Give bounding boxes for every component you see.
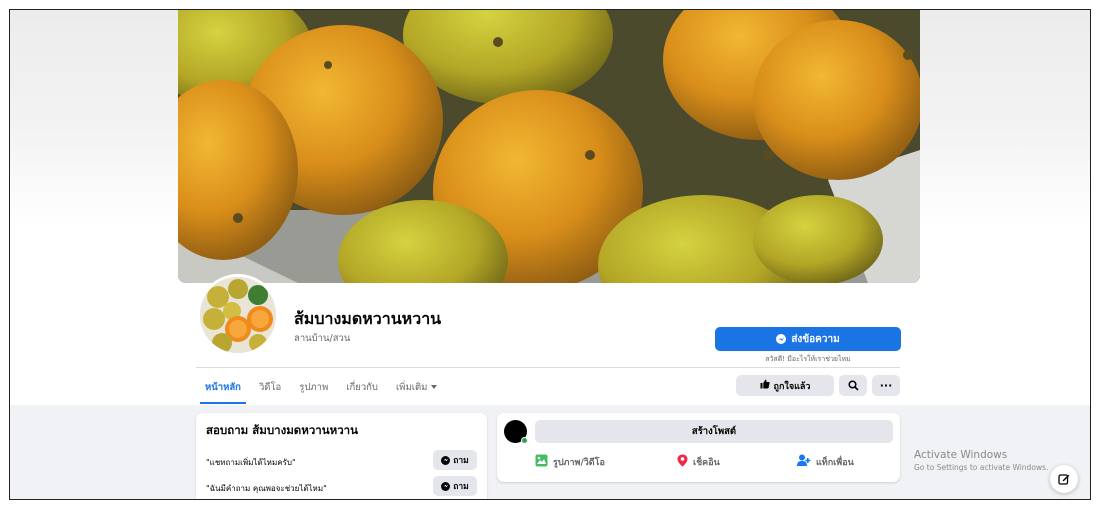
compose-icon <box>1058 470 1070 489</box>
chevron-down-icon <box>431 385 438 389</box>
messenger-icon <box>776 334 787 344</box>
page-category[interactable]: ลานบ้าน/สวน <box>294 331 350 346</box>
cover-photo[interactable] <box>178 10 920 283</box>
photo-video-label: รูปภาพ/วิดีโอ <box>553 458 605 468</box>
tab-more[interactable]: เพิ่มเติม <box>387 370 446 404</box>
create-post-button[interactable]: สร้างโพสต์ <box>535 420 893 443</box>
messenger-icon <box>441 455 451 465</box>
thumbs-up-icon <box>760 379 770 392</box>
tag-friends-label: แท็กเพื่อน <box>816 458 854 468</box>
create-post-card: สร้างโพสต์ รูปภาพ/วิดีโอ เช็คอิน แท็กเพื… <box>497 413 900 482</box>
browser-viewport: ส้มบางมดหวานหวาน ลานบ้าน/สวน ส่งข้อความ … <box>9 9 1091 500</box>
tab-label: เกี่ยวกับ <box>346 381 378 393</box>
watermark-subtitle: Go to Settings to activate Windows. <box>914 463 1049 472</box>
suggested-question: "แชทถามเพิ่มได้ไหมครับ" <box>206 458 296 467</box>
location-pin-icon <box>677 454 688 470</box>
tab-label: รูปภาพ <box>299 381 329 393</box>
ask-button-label: ถาม <box>453 456 469 466</box>
photo-icon <box>535 454 548 470</box>
search-icon <box>847 376 859 395</box>
tab-home[interactable]: หน้าหลัก <box>196 370 250 404</box>
tab-label: เพิ่มเติม <box>395 381 428 393</box>
watermark-title: Activate Windows <box>914 449 1008 461</box>
ask-button[interactable]: ถาม <box>433 450 477 470</box>
liked-button[interactable]: ถูกใจแล้ว <box>736 375 834 396</box>
tab-label: หน้าหลัก <box>205 381 241 393</box>
search-button[interactable] <box>839 375 867 396</box>
messenger-icon <box>441 481 451 491</box>
new-message-button[interactable] <box>1050 465 1078 493</box>
header-divider <box>196 367 900 368</box>
activate-windows-watermark: Activate Windows Go to Settings to activ… <box>914 449 1048 472</box>
tag-people-icon <box>797 454 811 470</box>
ask-button-label: ถาม <box>453 482 469 492</box>
check-in-button[interactable]: เช็คอิน <box>677 453 720 471</box>
send-message-label: ส่งข้อความ <box>791 333 840 345</box>
online-status-dot <box>521 437 528 444</box>
tab-about[interactable]: เกี่ยวกับ <box>337 370 387 404</box>
suggested-question: "ฉันมีคำถาม คุณพอจะช่วยได้ไหม" <box>206 484 327 493</box>
tab-videos[interactable]: วิดีโอ <box>250 370 290 404</box>
ask-page-card: สอบถาม ส้มบางมดหวานหวาน "แชทถามเพิ่มได้ไ… <box>196 413 487 499</box>
liked-label: ถูกใจแล้ว <box>773 381 811 392</box>
more-options-button[interactable]: ··· <box>872 375 900 396</box>
tag-friends-button[interactable]: แท็กเพื่อน <box>797 453 854 471</box>
ask-card-title: สอบถาม ส้มบางมดหวานหวาน <box>206 423 358 437</box>
ask-button[interactable]: ถาม <box>433 476 477 496</box>
tab-label: วิดีโอ <box>258 381 282 393</box>
page-title: ส้มบางมดหวานหวาน <box>294 309 442 328</box>
page-avatar[interactable] <box>197 274 279 356</box>
send-message-greeting: สวัสดี! มีอะไรให้เราช่วยไหม <box>765 355 851 363</box>
check-in-label: เช็คอิน <box>693 458 720 468</box>
photo-video-button[interactable]: รูปภาพ/วิดีโอ <box>535 453 605 471</box>
page-tabs: หน้าหลัก วิดีโอ รูปภาพ เกี่ยวกับ เพิ่มเต… <box>196 370 446 404</box>
send-message-button[interactable]: ส่งข้อความ <box>715 327 901 351</box>
tab-photos[interactable]: รูปภาพ <box>290 370 337 404</box>
more-icon: ··· <box>879 379 893 392</box>
